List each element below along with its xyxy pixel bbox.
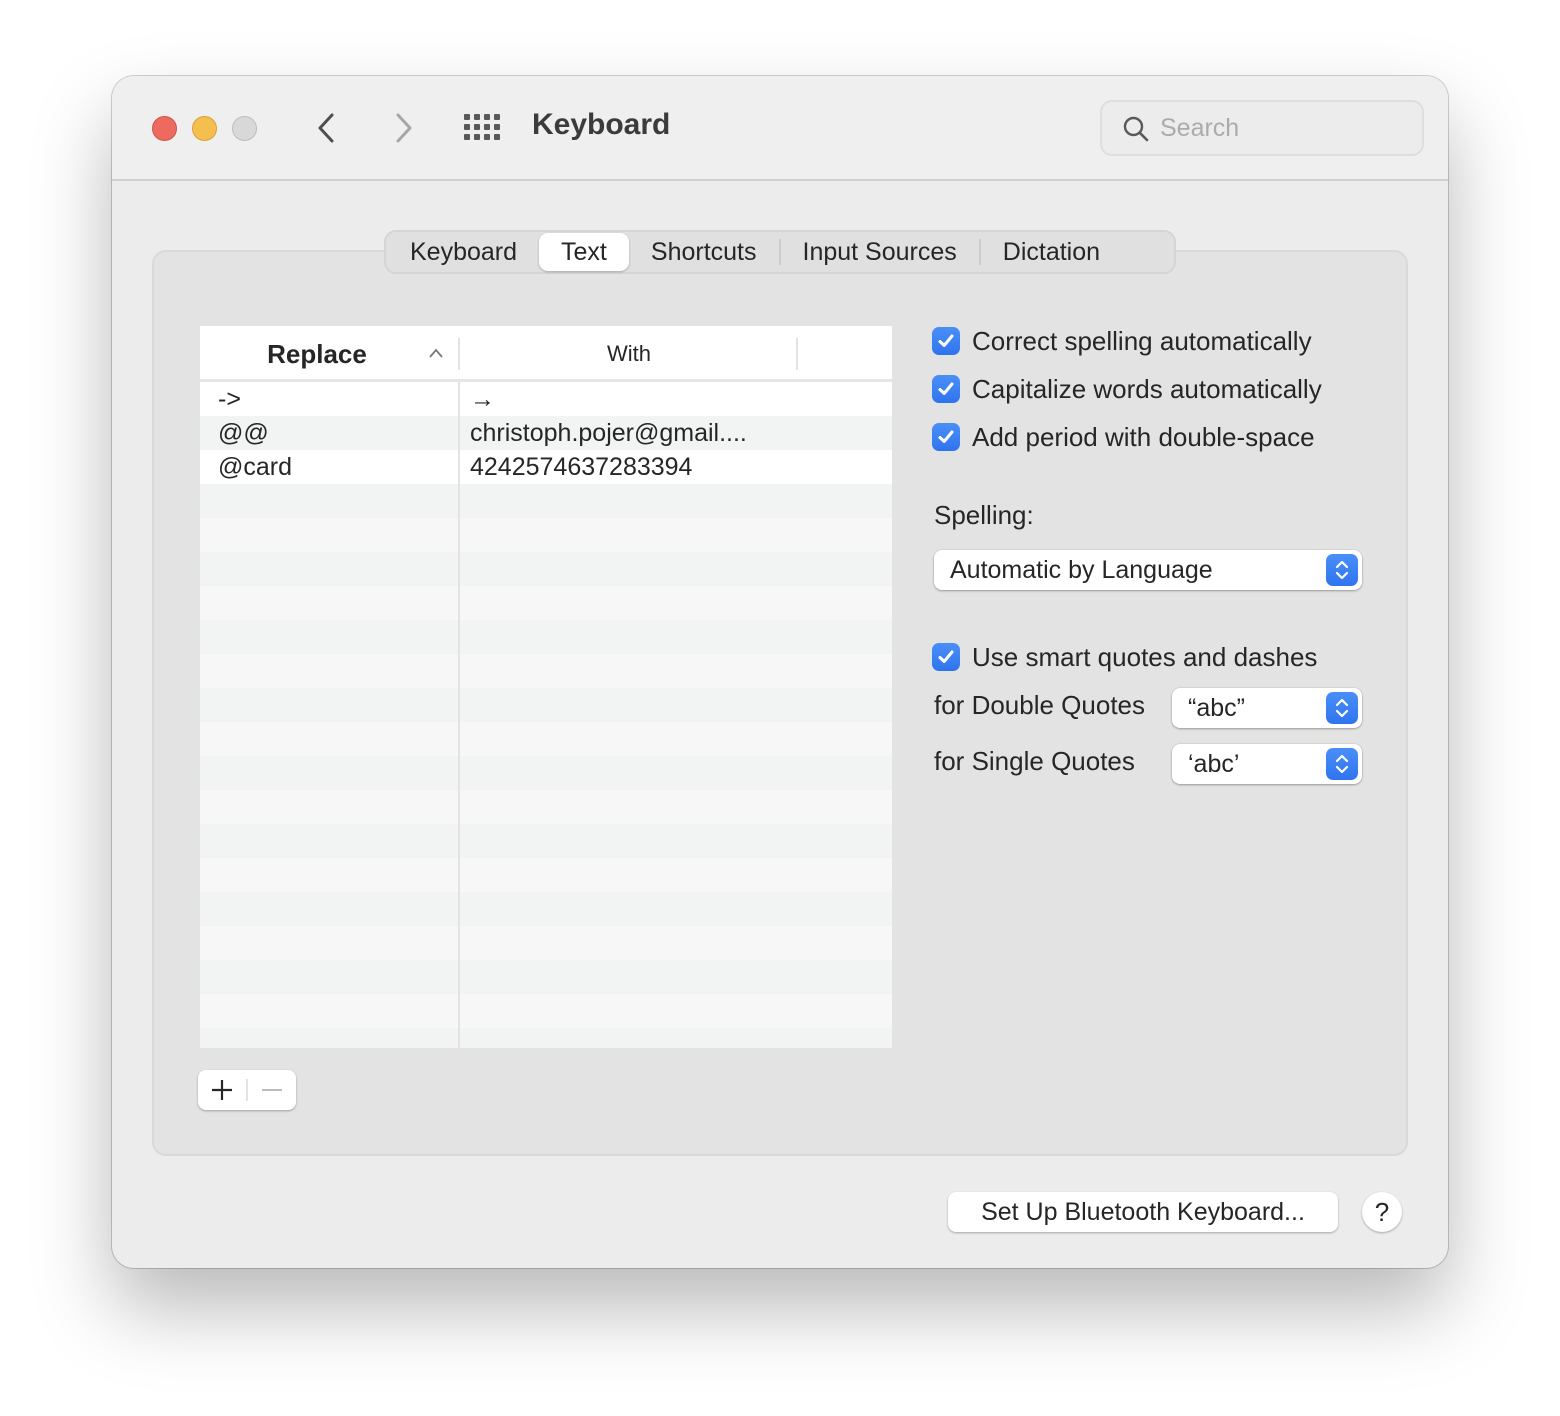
sort-ascending-icon bbox=[429, 348, 443, 358]
empty-table-row bbox=[200, 654, 892, 688]
tab-input-sources[interactable]: Input Sources bbox=[781, 233, 979, 271]
tab-bar: Keyboard Text Shortcuts Input Sources Di… bbox=[384, 230, 1176, 274]
zoom-button[interactable] bbox=[232, 116, 257, 141]
single-quotes-popup[interactable]: ‘abc’ bbox=[1172, 744, 1362, 784]
replace-cell: @card bbox=[218, 453, 293, 481]
spelling-value: Automatic by Language bbox=[950, 556, 1213, 584]
close-button[interactable] bbox=[152, 116, 177, 141]
spelling-popup[interactable]: Automatic by Language bbox=[934, 550, 1362, 590]
checkbox-label: Correct spelling automatically bbox=[972, 325, 1312, 356]
column-header-replace[interactable]: Replace bbox=[200, 326, 458, 380]
table-row[interactable]: @card 4242574637283394 bbox=[200, 450, 892, 484]
tab-text[interactable]: Text bbox=[539, 233, 629, 271]
table-header: Replace With bbox=[200, 326, 892, 382]
column-divider[interactable] bbox=[796, 338, 798, 370]
column-separator bbox=[458, 382, 460, 1048]
checkbox-label: Add period with double-space bbox=[972, 421, 1315, 452]
double-quotes-value: “abc” bbox=[1188, 694, 1245, 722]
checkmark-icon bbox=[938, 430, 954, 443]
empty-table-row bbox=[200, 586, 892, 620]
window-title: Keyboard bbox=[532, 108, 671, 141]
text-replacements-table[interactable]: Replace With -> → @@ christoph.pojer@gma… bbox=[200, 326, 892, 1048]
checkbox-checked[interactable] bbox=[932, 643, 960, 671]
remove-replacement-button[interactable] bbox=[248, 1070, 296, 1110]
plus-icon bbox=[212, 1080, 232, 1100]
smart-quotes-checkbox[interactable]: Use smart quotes and dashes bbox=[932, 640, 1317, 674]
checkbox-checked[interactable] bbox=[932, 423, 960, 451]
checkmark-icon bbox=[938, 382, 954, 395]
popup-arrows-icon bbox=[1326, 554, 1358, 586]
empty-table-row bbox=[200, 790, 892, 824]
minus-icon bbox=[262, 1089, 282, 1091]
double-quotes-popup[interactable]: “abc” bbox=[1172, 688, 1362, 728]
empty-table-row bbox=[200, 926, 892, 960]
replace-cell: @@ bbox=[218, 419, 269, 447]
table-row[interactable]: @@ christoph.pojer@gmail.... bbox=[200, 416, 892, 450]
empty-table-row bbox=[200, 1028, 892, 1048]
checkbox-label: Capitalize words automatically bbox=[972, 373, 1322, 404]
title-bar: Keyboard bbox=[112, 76, 1448, 181]
capitalize-words-checkbox[interactable]: Capitalize words automatically bbox=[932, 372, 1322, 406]
add-remove-control bbox=[198, 1070, 296, 1110]
replace-cell: -> bbox=[218, 385, 241, 413]
search-field[interactable] bbox=[1100, 100, 1424, 156]
double-quotes-label: for Double Quotes bbox=[934, 690, 1146, 720]
with-cell: christoph.pojer@gmail.... bbox=[470, 419, 747, 447]
column-header-with[interactable]: With bbox=[460, 326, 798, 380]
empty-table-row bbox=[200, 722, 892, 756]
search-icon bbox=[1123, 116, 1149, 142]
tab-dictation[interactable]: Dictation bbox=[981, 233, 1122, 271]
checkbox-checked[interactable] bbox=[932, 327, 960, 355]
double-space-period-checkbox[interactable]: Add period with double-space bbox=[932, 420, 1315, 454]
empty-table-row bbox=[200, 484, 892, 518]
chevron-left-icon bbox=[318, 113, 334, 143]
spelling-label: Spelling: bbox=[934, 500, 1034, 530]
empty-table-row bbox=[200, 858, 892, 892]
empty-table-row bbox=[200, 994, 892, 1028]
checkbox-checked[interactable] bbox=[932, 375, 960, 403]
popup-arrows-icon bbox=[1326, 692, 1358, 724]
correct-spelling-checkbox[interactable]: Correct spelling automatically bbox=[932, 324, 1312, 358]
search-input[interactable] bbox=[1160, 110, 1410, 146]
keyboard-preferences-window: Keyboard Keyboard Text Shortcuts Input S… bbox=[112, 76, 1448, 1268]
tab-shortcuts[interactable]: Shortcuts bbox=[629, 233, 779, 271]
popup-arrows-icon bbox=[1326, 748, 1358, 780]
checkmark-icon bbox=[938, 334, 954, 347]
forward-button[interactable] bbox=[388, 110, 418, 146]
empty-table-row bbox=[200, 756, 892, 790]
tab-keyboard[interactable]: Keyboard bbox=[388, 233, 539, 271]
empty-table-row bbox=[200, 960, 892, 994]
with-cell: → bbox=[470, 385, 495, 413]
help-button[interactable]: ? bbox=[1362, 1192, 1402, 1232]
table-row[interactable]: -> → bbox=[200, 382, 892, 416]
with-cell: 4242574637283394 bbox=[470, 453, 693, 481]
empty-table-row bbox=[200, 824, 892, 858]
setup-bluetooth-keyboard-button[interactable]: Set Up Bluetooth Keyboard... bbox=[948, 1192, 1338, 1232]
add-replacement-button[interactable] bbox=[198, 1070, 246, 1110]
single-quotes-label: for Single Quotes bbox=[934, 746, 1135, 776]
empty-table-row bbox=[200, 892, 892, 926]
empty-table-row bbox=[200, 688, 892, 722]
back-button[interactable] bbox=[312, 110, 342, 146]
empty-table-row bbox=[200, 620, 892, 654]
show-all-button[interactable] bbox=[464, 114, 502, 142]
checkbox-label: Use smart quotes and dashes bbox=[972, 641, 1318, 672]
empty-table-row bbox=[200, 518, 892, 552]
chevron-right-icon bbox=[396, 113, 412, 143]
minimize-button[interactable] bbox=[192, 116, 217, 141]
single-quotes-value: ‘abc’ bbox=[1188, 750, 1240, 778]
empty-table-row bbox=[200, 552, 892, 586]
checkmark-icon bbox=[938, 650, 954, 663]
table-body: -> → @@ christoph.pojer@gmail.... @card … bbox=[200, 382, 892, 1048]
